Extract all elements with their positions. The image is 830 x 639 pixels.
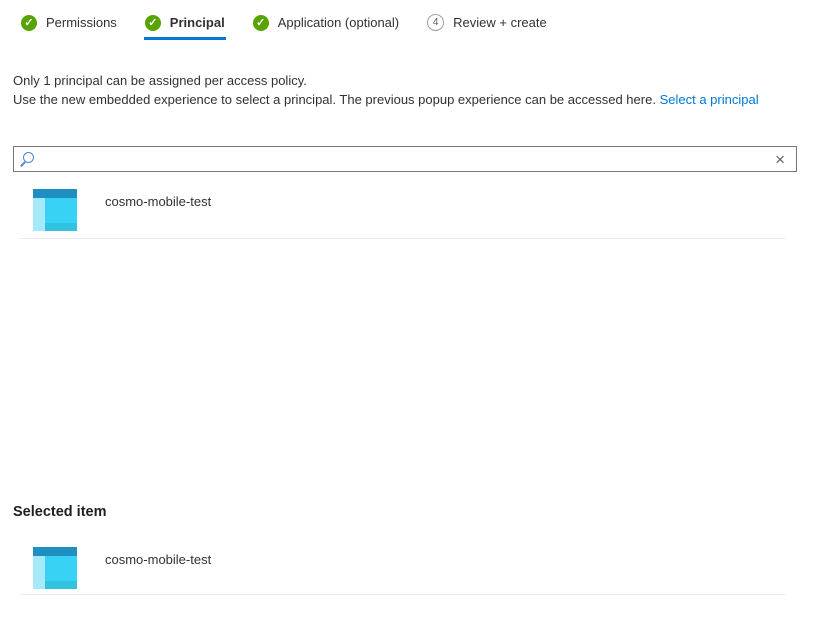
search-icon bbox=[23, 152, 34, 163]
tab-label: Review + create bbox=[453, 15, 547, 30]
principal-info-text: Only 1 principal can be assigned per acc… bbox=[13, 71, 759, 109]
tab-application-optional[interactable]: ✓ Application (optional) bbox=[252, 8, 400, 40]
tab-review-create[interactable]: 4 Review + create bbox=[426, 8, 548, 40]
info-line-2-text: Use the new embedded experience to selec… bbox=[13, 92, 656, 107]
application-icon bbox=[33, 547, 77, 589]
select-a-principal-link[interactable]: Select a principal bbox=[660, 92, 759, 107]
tab-label: Principal bbox=[170, 15, 225, 30]
application-icon bbox=[33, 189, 77, 231]
step-complete-check-icon: ✓ bbox=[253, 15, 269, 31]
tab-label: Application (optional) bbox=[278, 15, 399, 30]
access-policy-wizard: ✓ Permissions ✓ Principal ✓ Application … bbox=[0, 0, 830, 639]
info-line-2: Use the new embedded experience to selec… bbox=[13, 90, 759, 109]
step-complete-check-icon: ✓ bbox=[21, 15, 37, 31]
result-row-divider bbox=[20, 238, 785, 239]
step-number-icon: 4 bbox=[427, 14, 444, 31]
step-complete-check-icon: ✓ bbox=[145, 15, 161, 31]
principal-result-row[interactable]: cosmo-mobile-test bbox=[33, 189, 211, 231]
tab-permissions[interactable]: ✓ Permissions bbox=[20, 8, 118, 40]
selected-item-row[interactable]: cosmo-mobile-test bbox=[33, 547, 211, 589]
selected-row-divider bbox=[20, 594, 785, 595]
principal-search-box: × bbox=[13, 146, 797, 172]
info-line-1: Only 1 principal can be assigned per acc… bbox=[13, 71, 759, 90]
selected-item-heading: Selected item bbox=[13, 504, 107, 520]
selected-principal-name: cosmo-mobile-test bbox=[105, 552, 211, 567]
clear-search-icon[interactable]: × bbox=[773, 151, 787, 168]
search-input[interactable] bbox=[43, 148, 764, 170]
wizard-step-tabs: ✓ Permissions ✓ Principal ✓ Application … bbox=[20, 8, 548, 40]
tab-principal[interactable]: ✓ Principal bbox=[144, 8, 226, 40]
tab-label: Permissions bbox=[46, 15, 117, 30]
principal-name: cosmo-mobile-test bbox=[105, 194, 211, 209]
